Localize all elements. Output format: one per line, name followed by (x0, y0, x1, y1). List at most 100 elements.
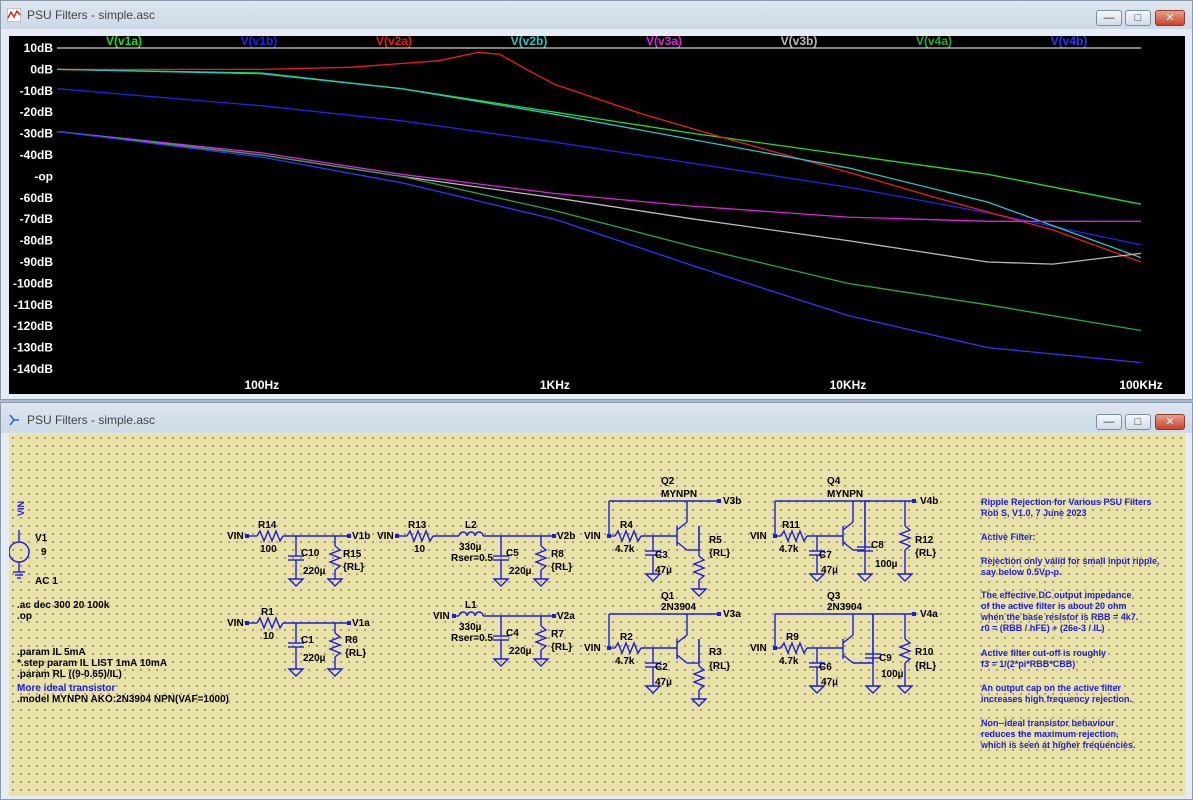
c9-label[interactable]: C9 (879, 653, 892, 665)
v1-label[interactable]: V1 (35, 533, 47, 545)
r8-value: {RL} (551, 562, 573, 573)
c7-label[interactable]: C7 (819, 550, 832, 562)
waveform-titlebar[interactable]: PSU Filters - simple.asc — □ ✕ (1, 1, 1192, 29)
note-cutoff-2[interactable]: f3 = 1/(2*pi*RBB*CBB) (981, 659, 1181, 670)
maximize-button[interactable]: □ (1125, 414, 1151, 430)
r11-label[interactable]: R11 (782, 520, 800, 532)
r12-label[interactable]: R12 (915, 535, 933, 547)
note-outputcap-2[interactable]: increases high frequency rejection. (981, 694, 1181, 705)
close-button[interactable]: ✕ (1155, 414, 1185, 430)
maximize-button[interactable]: □ (1125, 10, 1151, 26)
minimize-button[interactable]: — (1096, 414, 1122, 430)
l2-rser: Rser=0.5 (451, 553, 493, 564)
note-impedance-1[interactable]: The effective DC output impedance (981, 590, 1181, 601)
r14-label[interactable]: R14 (258, 520, 276, 532)
y-tick-label: -140dB (13, 362, 53, 376)
y-tick-label: -20dB (20, 105, 54, 119)
series-line[interactable] (56, 130, 1142, 364)
vin-net-label: VIN (584, 531, 601, 542)
c3-label[interactable]: C3 (655, 550, 668, 562)
c5-label[interactable]: C5 (506, 548, 519, 560)
legend-entry[interactable]: V(v4a) (916, 36, 952, 48)
op-directive[interactable]: .op (17, 611, 32, 623)
y-tick-label: 0dB (30, 62, 53, 76)
series-line[interactable] (56, 130, 1142, 332)
note-impedance-2[interactable]: of the active filter is about 20 ohm (981, 601, 1181, 612)
y-tick-label: -60dB (20, 191, 54, 205)
note-impedance-4[interactable]: r0 = (RBB / hFE) + (26e-3 / IL) (981, 623, 1181, 634)
r1-label[interactable]: R1 (261, 607, 274, 619)
c8-label[interactable]: C8 (871, 540, 884, 552)
v2b-net-label: V2b (557, 531, 576, 542)
note-title[interactable]: Ripple Rejection for Various PSU Filters (981, 497, 1181, 508)
note-outputcap-1[interactable]: An output cap on the active filter (981, 683, 1181, 694)
c6-label[interactable]: C6 (819, 662, 832, 674)
r6-label[interactable]: R6 (345, 635, 358, 647)
r2-label[interactable]: R2 (620, 632, 633, 644)
legend-entry[interactable]: V(v2b) (511, 36, 548, 48)
r2-value: 4.7k (615, 656, 635, 667)
c2-label[interactable]: C2 (655, 662, 668, 674)
r3-label[interactable]: R3 (709, 647, 722, 659)
close-button[interactable]: ✕ (1155, 10, 1185, 26)
note-cutoff-1[interactable]: Active filter cut-off is roughly (981, 648, 1181, 659)
r15-label[interactable]: R15 (343, 549, 361, 561)
y-tick-label: -70dB (20, 212, 54, 226)
schematic-app-icon (9, 414, 19, 426)
series-line[interactable] (56, 68, 1142, 259)
series-line[interactable] (57, 51, 1142, 263)
y-tick-label: -110dB (14, 298, 54, 312)
legend-entry[interactable]: V(v1a) (106, 36, 142, 48)
note-impedance-3[interactable]: when the base resistor is RBB = 4k7. (981, 612, 1181, 623)
legend-entry[interactable]: V(v1b) (241, 36, 278, 48)
model-directive[interactable]: .model MYNPN AKO:2N3904 NPN(VAF=1000) (17, 694, 229, 706)
legend-entry[interactable]: V(v3b) (781, 36, 818, 48)
note-rejection-1[interactable]: Rejection only valid for small input rip… (981, 556, 1181, 567)
v1-ac-label: AC 1 (35, 576, 58, 587)
legend-entry[interactable]: V(v4b) (1051, 36, 1088, 48)
series-line[interactable] (56, 68, 1142, 205)
r4-label[interactable]: R4 (620, 520, 633, 532)
c4-label[interactable]: C4 (506, 628, 519, 640)
r13-label[interactable]: R13 (408, 520, 426, 532)
waveform-plot[interactable]: V(v1a) V(v1b) V(v2a) V(v2b) V(v3a) V(v3b) V(v4… (9, 36, 1185, 394)
r9-value: 4.7k (779, 656, 799, 667)
legend-entry[interactable]: V(v3a) (646, 36, 682, 48)
x-tick-label: 100Hz (244, 378, 279, 392)
v4b-net-label: V4b (920, 496, 939, 507)
l2-label[interactable]: L2 (465, 520, 477, 532)
q4-label[interactable]: Q4 (827, 476, 840, 488)
r6-value: {RL} (345, 648, 367, 659)
voltage-source-v1[interactable] (9, 530, 30, 579)
note-author[interactable]: Rob S, V1.0, 7 June 2023 (981, 508, 1181, 519)
c1-label[interactable]: C1 (301, 635, 314, 647)
c5-value: 220µ (509, 566, 532, 577)
c10-label[interactable]: C10 (301, 548, 319, 560)
note-nonideal-1[interactable]: Non--ideal transistor behaviour (981, 718, 1181, 729)
note-nonideal-2[interactable]: reduces the maximum rejection, (981, 729, 1181, 740)
note-rejection-2[interactable]: say below 0.5Vp-p. (981, 567, 1181, 578)
r5-label[interactable]: R5 (709, 535, 722, 547)
r10-label[interactable]: R10 (915, 647, 933, 659)
r8-label[interactable]: R8 (551, 549, 564, 561)
r7-label[interactable]: R7 (551, 629, 564, 641)
param-rl[interactable]: .param RL ((9-0.65)/IL) (17, 669, 122, 681)
l1-label[interactable]: L1 (465, 600, 477, 612)
q2-label[interactable]: Q2 (661, 476, 674, 488)
schematic-canvas[interactable]: VIN V1 9 AC 1 .ac dec 300 20 100k .op .p… (9, 434, 1185, 796)
minimize-button[interactable]: — (1096, 10, 1122, 26)
r10-value: {RL} (915, 661, 937, 672)
note-nonideal-3[interactable]: which is seen at higher frequencies. (981, 740, 1181, 751)
note-active-filter[interactable]: Active Filter: (981, 532, 1181, 543)
series-line[interactable] (56, 130, 1141, 222)
vin-net-label: VIN (750, 531, 767, 542)
r9-label[interactable]: R9 (786, 632, 799, 644)
legend-entry[interactable]: V(v2a) (376, 36, 412, 48)
vin-net-label: VIN (227, 618, 244, 629)
y-tick-label: -80dB (20, 234, 54, 248)
q3-model: 2N3904 (827, 602, 863, 613)
y-tick-label: 10dB (24, 41, 54, 55)
schematic-titlebar[interactable]: PSU Filters - simple.asc — □ ✕ (1, 403, 1192, 433)
waveform-window-title: PSU Filters - simple.asc (27, 8, 156, 22)
v4a-net-label: V4a (920, 609, 938, 620)
